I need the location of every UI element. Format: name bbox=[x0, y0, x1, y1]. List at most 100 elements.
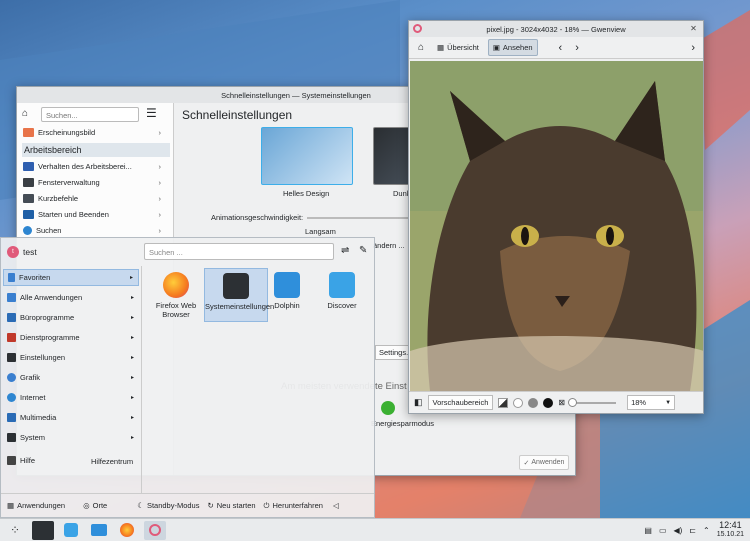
task-firefox[interactable] bbox=[116, 521, 138, 540]
restart-button[interactable]: ↻ Neu starten bbox=[207, 501, 255, 510]
shutdown-button[interactable]: ⏻ Herunterfahren bbox=[264, 501, 323, 511]
zoom-slider[interactable] bbox=[568, 397, 617, 407]
task-system-settings[interactable] bbox=[32, 520, 54, 540]
chevron-right-icon: ▸ bbox=[130, 395, 134, 401]
launcher-search-input[interactable]: Suchen ... bbox=[144, 243, 334, 260]
chevron-right-icon: ▸ bbox=[129, 275, 133, 281]
overview-button[interactable]: ▦ Übersicht bbox=[433, 39, 483, 56]
bg-black-icon[interactable] bbox=[543, 397, 554, 408]
category-system[interactable]: System ▸ bbox=[3, 429, 139, 446]
gwenview-window: pixel.jpg - 3024x4032 - 18% — Gwenview ✕… bbox=[408, 20, 704, 414]
applications-tab-label: Anwendungen bbox=[17, 501, 66, 510]
preview-button[interactable]: Vorschaubereich bbox=[427, 395, 494, 410]
standby-button[interactable]: ☾ Standby-Modus bbox=[137, 501, 199, 510]
category-label: Multimedia bbox=[20, 413, 57, 422]
category-favorites[interactable]: Favoriten ▸ bbox=[3, 269, 139, 286]
chevron-right-icon: ▸ bbox=[130, 355, 134, 361]
hamburger-menu-icon[interactable]: ☰ bbox=[146, 106, 157, 120]
volume-icon[interactable]: ◀) bbox=[674, 526, 683, 535]
grid-icon bbox=[7, 293, 16, 302]
more-icon[interactable]: › bbox=[687, 39, 699, 56]
zoom-fit-icon[interactable]: ⊠ bbox=[558, 398, 565, 407]
energy-icon[interactable] bbox=[381, 401, 395, 415]
change-button[interactable]: ändern ... bbox=[373, 241, 405, 250]
task-gwenview[interactable] bbox=[144, 520, 166, 540]
category-office[interactable]: Büroprogramme ▸ bbox=[3, 309, 139, 326]
home-icon[interactable]: ⌂ bbox=[22, 108, 28, 119]
category-label: Favoriten bbox=[19, 273, 51, 282]
task-dolphin[interactable] bbox=[88, 521, 110, 540]
tray-expand-icon[interactable]: ⌃ bbox=[703, 526, 710, 535]
devices-icon[interactable]: ▭ bbox=[659, 526, 667, 535]
sidebar-item-workspace[interactable]: Verhalten des Arbeitsberei... › bbox=[20, 159, 164, 174]
apply-button[interactable]: ✓ Anwenden bbox=[519, 455, 569, 470]
avatar[interactable]: t bbox=[7, 246, 19, 258]
sidebar-item-window-management[interactable]: Fensterverwaltung › bbox=[20, 175, 164, 190]
category-label: Hilfe bbox=[20, 456, 36, 465]
sidebar-item-startup[interactable]: Starten und Beenden › bbox=[20, 207, 164, 222]
bg-transparent-icon[interactable] bbox=[498, 397, 509, 408]
category-label: System bbox=[20, 433, 46, 442]
startup-icon bbox=[23, 210, 34, 219]
category-label: Büroprogramme bbox=[20, 313, 75, 322]
animation-slider[interactable] bbox=[307, 217, 417, 219]
next-icon[interactable]: › bbox=[571, 39, 583, 56]
category-utilities[interactable]: Dienstprogramme ▸ bbox=[3, 329, 139, 346]
clock[interactable]: 12:41 15.10.21 bbox=[717, 521, 744, 539]
close-icon[interactable]: ✕ bbox=[688, 23, 699, 34]
sidebar-item-appearance[interactable]: Erscheinungsbild › bbox=[20, 125, 164, 140]
category-settings[interactable]: Einstellungen ▸ bbox=[3, 349, 139, 366]
category-label: Grafik bbox=[20, 373, 41, 382]
image-icon: ▣ bbox=[492, 43, 500, 52]
apply-label: Anwenden bbox=[531, 459, 565, 466]
firefox-icon bbox=[120, 523, 134, 537]
places-tab[interactable]: ◎ Orte bbox=[83, 501, 107, 510]
home-icon[interactable]: ⌂ bbox=[414, 39, 428, 56]
check-icon: ✓ bbox=[523, 459, 532, 467]
chevron-right-icon: ▸ bbox=[130, 375, 134, 381]
app-label: Firefox Web Browser bbox=[155, 301, 197, 319]
zoom-value: 18% bbox=[631, 398, 647, 407]
workspace-icon bbox=[23, 162, 34, 171]
view-label: Ansehen bbox=[502, 43, 533, 52]
pin-icon[interactable]: ✎ bbox=[359, 245, 367, 256]
previous-icon[interactable]: ‹ bbox=[555, 39, 567, 56]
clipboard-icon[interactable]: ▤ bbox=[644, 526, 652, 535]
sidebar-item-label: Suchen bbox=[36, 226, 62, 235]
help-center-label[interactable]: Hilfezentrum bbox=[91, 457, 133, 466]
cat-photo[interactable] bbox=[410, 61, 703, 391]
configure-icon[interactable]: ⇌ bbox=[341, 245, 349, 256]
category-all-apps[interactable]: Alle Anwendungen ▸ bbox=[3, 289, 139, 306]
sidebar-item-shortcuts[interactable]: Kurzbefehle › bbox=[20, 191, 164, 206]
sidebar-item-search[interactable]: Suchen › bbox=[20, 223, 164, 238]
view-button[interactable]: ▣ Ansehen bbox=[487, 39, 538, 56]
office-icon bbox=[7, 313, 16, 322]
system-icon bbox=[7, 433, 16, 442]
zoom-select[interactable]: 18% ▼ bbox=[627, 395, 676, 410]
page-title: Schnelleinstellungen bbox=[182, 108, 293, 122]
keyboard-icon bbox=[23, 194, 34, 203]
graphics-icon bbox=[7, 373, 16, 382]
settings-search-input[interactable]: Suchen... bbox=[41, 107, 139, 122]
theme-light-preview[interactable] bbox=[261, 127, 353, 185]
category-multimedia[interactable]: Multimedia ▸ bbox=[3, 409, 139, 426]
settings-title: Schnelleinstellungen — Systemeinstellung… bbox=[221, 90, 371, 100]
task-discover[interactable] bbox=[60, 521, 82, 540]
bg-white-icon[interactable] bbox=[513, 397, 524, 408]
bg-gray-icon[interactable] bbox=[528, 397, 539, 408]
more-options-icon[interactable]: ◁ bbox=[333, 501, 339, 510]
system-settings-icon bbox=[223, 273, 249, 299]
app-discover[interactable]: Discover bbox=[310, 268, 374, 322]
launcher-button[interactable]: ⁘ bbox=[4, 521, 26, 540]
energy-label: Energiesparmodus bbox=[371, 419, 434, 428]
multimedia-icon bbox=[7, 413, 16, 422]
category-internet[interactable]: Internet ▸ bbox=[3, 389, 139, 406]
firefox-icon bbox=[163, 272, 189, 298]
category-graphics[interactable]: Grafik ▸ bbox=[3, 369, 139, 386]
app-firefox[interactable]: Firefox Web Browser bbox=[144, 268, 208, 322]
gwenview-titlebar[interactable]: pixel.jpg - 3024x4032 - 18% — Gwenview ✕ bbox=[409, 21, 703, 37]
zoom-slider-handle[interactable] bbox=[568, 397, 578, 407]
network-icon[interactable]: ⊏ bbox=[689, 526, 696, 535]
sidebar-toggle-icon[interactable]: ◧ bbox=[414, 397, 423, 408]
applications-tab[interactable]: ▦ Anwendungen bbox=[7, 501, 65, 510]
